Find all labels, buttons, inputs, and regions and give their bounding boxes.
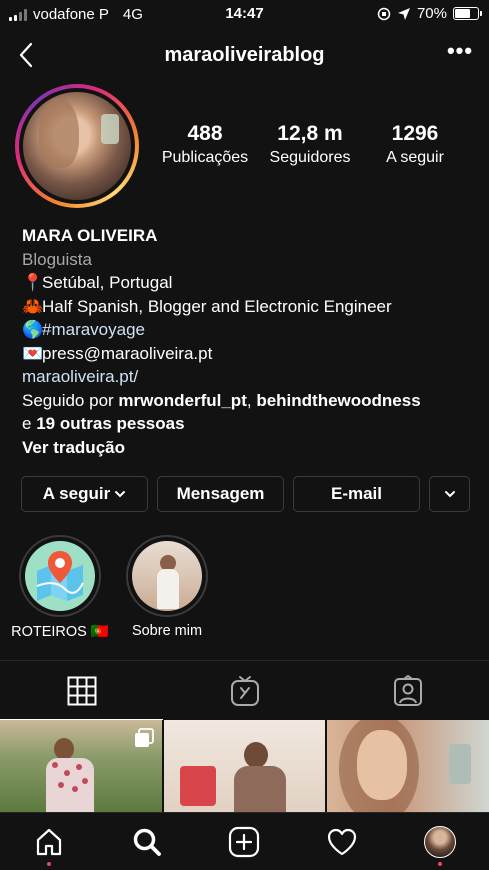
nav-profile[interactable] bbox=[391, 813, 489, 870]
grid-icon bbox=[67, 676, 96, 705]
stat-posts[interactable]: 488 Publicações bbox=[155, 122, 255, 167]
profile-avatar-story-ring[interactable] bbox=[15, 84, 139, 208]
profile-username: maraoliveirablog bbox=[164, 44, 325, 66]
bio-hashtag-line: 🌎#maravoyage bbox=[22, 318, 482, 342]
followed-by-and: e bbox=[22, 414, 37, 433]
home-notification-dot bbox=[46, 862, 51, 866]
nav-new-post[interactable] bbox=[196, 813, 294, 870]
posts-grid bbox=[0, 720, 489, 812]
multi-post-icon bbox=[134, 728, 154, 747]
profile-tabs bbox=[0, 660, 489, 720]
profile-bio: MARA OLIVEIRA Bloguista 📍Setúbal, Portug… bbox=[22, 224, 482, 459]
globe-emoji-icon: 🌎 bbox=[22, 320, 44, 339]
stat-following-label: A seguir bbox=[386, 149, 444, 166]
bio-website-link[interactable]: maraoliveira.pt/ bbox=[22, 365, 482, 389]
stat-following-value: 1296 bbox=[391, 122, 439, 145]
nav-search[interactable] bbox=[98, 813, 196, 870]
battery-percent: 70% bbox=[416, 5, 447, 22]
suggested-accounts-button[interactable] bbox=[429, 476, 470, 512]
bio-about: Half Spanish, Blogger and Electronic Eng… bbox=[42, 296, 392, 316]
post-thumbnail[interactable] bbox=[327, 720, 489, 812]
profile-avatar bbox=[23, 92, 131, 200]
status-right: 70% bbox=[377, 5, 482, 22]
followed-by-others: 19 outras pessoas bbox=[36, 414, 185, 433]
heart-icon bbox=[328, 828, 357, 855]
crab-emoji-icon: 🦀 bbox=[22, 296, 44, 316]
stat-posts-value: 488 bbox=[187, 122, 223, 145]
bottom-navigation bbox=[0, 812, 489, 870]
love-letter-emoji-icon: 💌 bbox=[22, 343, 44, 363]
bio-location: Setúbal, Portugal bbox=[42, 273, 173, 292]
followed-by-user-1: mrwonderful_pt bbox=[118, 390, 247, 410]
followed-by-prefix: Seguido por bbox=[22, 390, 119, 410]
nav-activity[interactable] bbox=[293, 813, 391, 870]
orientation-lock-icon bbox=[377, 7, 391, 20]
stat-followers-label: Seguidores bbox=[269, 149, 351, 166]
following-button[interactable]: A seguir bbox=[21, 476, 148, 512]
profile-notification-dot bbox=[438, 862, 443, 866]
plus-square-icon bbox=[229, 826, 260, 857]
bio-email: press@maraoliveira.pt bbox=[42, 343, 213, 363]
status-bar: vodafone P 4G 14:47 70% bbox=[0, 0, 489, 30]
following-button-label: A seguir bbox=[42, 484, 111, 503]
tab-tagged[interactable] bbox=[326, 661, 489, 720]
followed-by-separator: , bbox=[246, 390, 257, 410]
post-thumbnail[interactable] bbox=[0, 720, 162, 812]
followed-by-user-2: behindthewoodness bbox=[256, 390, 421, 410]
highlight-sobre-mim-photo bbox=[132, 541, 202, 611]
profile-stats: 488 Publicações 12,8 m Seguidores 1296 A… bbox=[155, 122, 465, 167]
profile-avatar-small bbox=[424, 825, 457, 858]
highlight-roteiros-label: ROTEIROS 🇵🇹 bbox=[11, 624, 109, 640]
stat-followers[interactable]: 12,8 m Seguidores bbox=[260, 122, 360, 167]
chevron-down-icon bbox=[444, 491, 455, 498]
bio-about-line: 🦀Half Spanish, Blogger and Electronic En… bbox=[22, 295, 482, 319]
highlight-sobre-mim-label: Sobre mim bbox=[131, 623, 203, 639]
email-button[interactable]: E-mail bbox=[293, 476, 420, 512]
tab-grid[interactable] bbox=[0, 661, 163, 720]
bio-hashtag-link[interactable]: #maravoyage bbox=[42, 320, 145, 339]
bio-location-line: 📍Setúbal, Portugal bbox=[22, 271, 482, 295]
nav-home[interactable] bbox=[0, 813, 98, 870]
more-options-icon[interactable]: ••• bbox=[445, 40, 475, 66]
post-thumbnail[interactable] bbox=[163, 720, 326, 812]
battery-icon bbox=[453, 7, 482, 20]
highlight-roteiros[interactable]: ROTEIROS 🇵🇹 bbox=[0, 535, 120, 640]
stat-followers-value: 12,8 m bbox=[277, 122, 343, 145]
tagged-user-icon bbox=[393, 674, 422, 706]
stat-following[interactable]: 1296 A seguir bbox=[365, 122, 465, 167]
profile-header: maraoliveirablog ••• bbox=[0, 36, 489, 76]
battery-fill bbox=[455, 9, 471, 18]
profile-action-buttons: A seguir Mensagem E-mail bbox=[21, 476, 470, 512]
message-button[interactable]: Mensagem bbox=[157, 476, 284, 512]
stat-posts-label: Publicações bbox=[161, 149, 249, 166]
map-pin-icon bbox=[25, 541, 95, 611]
tab-igtv[interactable] bbox=[163, 661, 326, 720]
chevron-down-icon bbox=[115, 491, 126, 498]
profile-full-name: MARA OLIVEIRA bbox=[22, 226, 158, 245]
bio-email-line: 💌press@maraoliveira.pt bbox=[22, 342, 482, 366]
pin-emoji-icon: 📍 bbox=[22, 273, 44, 292]
profile-category: Bloguista bbox=[22, 249, 92, 269]
followed-by[interactable]: Seguido por mrwonderful_pt, behindthewoo… bbox=[22, 389, 482, 413]
followed-by-others-line[interactable]: e 19 outras pessoas bbox=[22, 412, 482, 436]
igtv-icon bbox=[230, 675, 259, 706]
see-translation-link[interactable]: Ver tradução bbox=[22, 436, 482, 460]
home-icon bbox=[36, 828, 61, 855]
highlight-sobre-mim[interactable]: Sobre mim bbox=[107, 535, 227, 639]
search-icon bbox=[133, 828, 161, 856]
location-arrow-icon bbox=[397, 7, 410, 20]
